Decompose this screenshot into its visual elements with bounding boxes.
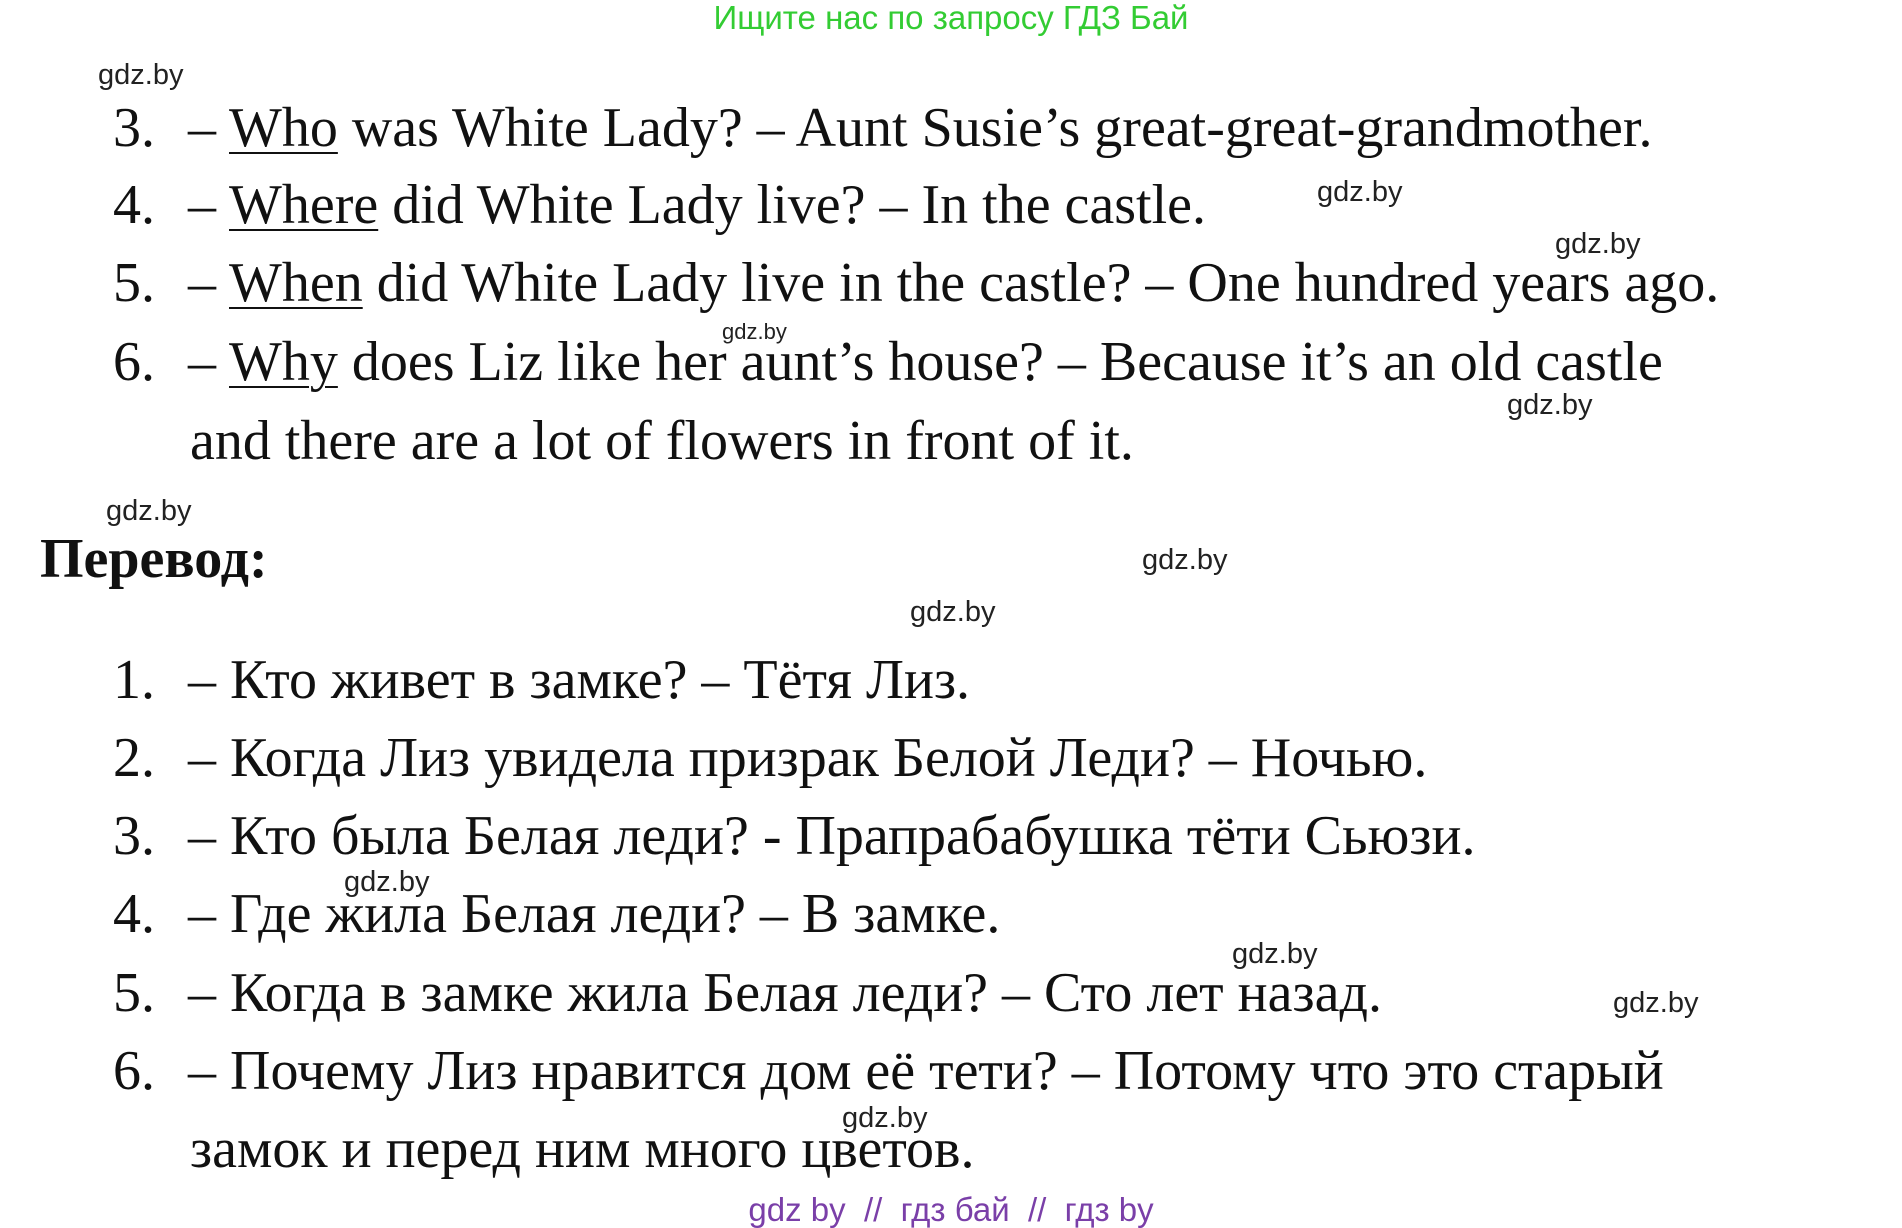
top-banner: Ищите нас по запросу ГДЗ Бай: [713, 0, 1189, 36]
item-number: 5.: [113, 962, 155, 1024]
item-number: 4.: [113, 883, 155, 945]
item-number: 3.: [113, 805, 155, 867]
item-text: – Where did White Lady live? – In the ca…: [188, 174, 1207, 236]
item-text: – Когда Лиз увидела призрак Белой Леди? …: [188, 727, 1428, 789]
translation-heading: Перевод:: [40, 528, 268, 590]
watermark: gdz.by: [1613, 987, 1699, 1019]
item-text-continued: and there are a lot of flowers in front …: [190, 410, 1134, 472]
item-number: 6.: [113, 1040, 155, 1102]
item-text-continued: замок и перед ним много цветов.: [190, 1118, 975, 1180]
watermark: gdz.by: [106, 495, 192, 527]
item-text: – When did White Lady live in the castle…: [188, 252, 1720, 314]
item-text: – Why does Liz like her aunt’s house? – …: [188, 331, 1663, 393]
question-word: When: [229, 252, 363, 314]
bottom-banner: gdz by // гдз бай // гдз by: [748, 1191, 1154, 1228]
item-number: 6.: [113, 331, 155, 393]
watermark: gdz.by: [1507, 389, 1593, 421]
item-number: 2.: [113, 727, 155, 789]
watermark: gdz.by: [1317, 176, 1403, 208]
watermark: gdz.by: [1142, 544, 1228, 576]
item-number: 1.: [113, 649, 155, 711]
item-number: 5.: [113, 252, 155, 314]
watermark: gdz.by: [98, 59, 184, 91]
item-text: – Почему Лиз нравится дом её тети? – Пот…: [188, 1040, 1664, 1102]
question-word: Who: [229, 97, 338, 159]
item-text: – Кто живет в замке? – Тётя Лиз.: [188, 649, 971, 711]
item-number: 4.: [113, 174, 155, 236]
item-number: 3.: [113, 97, 155, 159]
question-word: Where: [229, 174, 379, 236]
item-text: – Who was White Lady? – Aunt Susie’s gre…: [188, 97, 1653, 159]
item-text: – Где жила Белая леди? – В замке.: [188, 883, 1001, 945]
question-word: Why: [229, 331, 338, 393]
watermark: gdz.by: [910, 596, 996, 628]
item-text: – Когда в замке жила Белая леди? – Сто л…: [188, 962, 1382, 1024]
item-text: – Кто была Белая леди? - Прапрабабушка т…: [188, 805, 1476, 867]
